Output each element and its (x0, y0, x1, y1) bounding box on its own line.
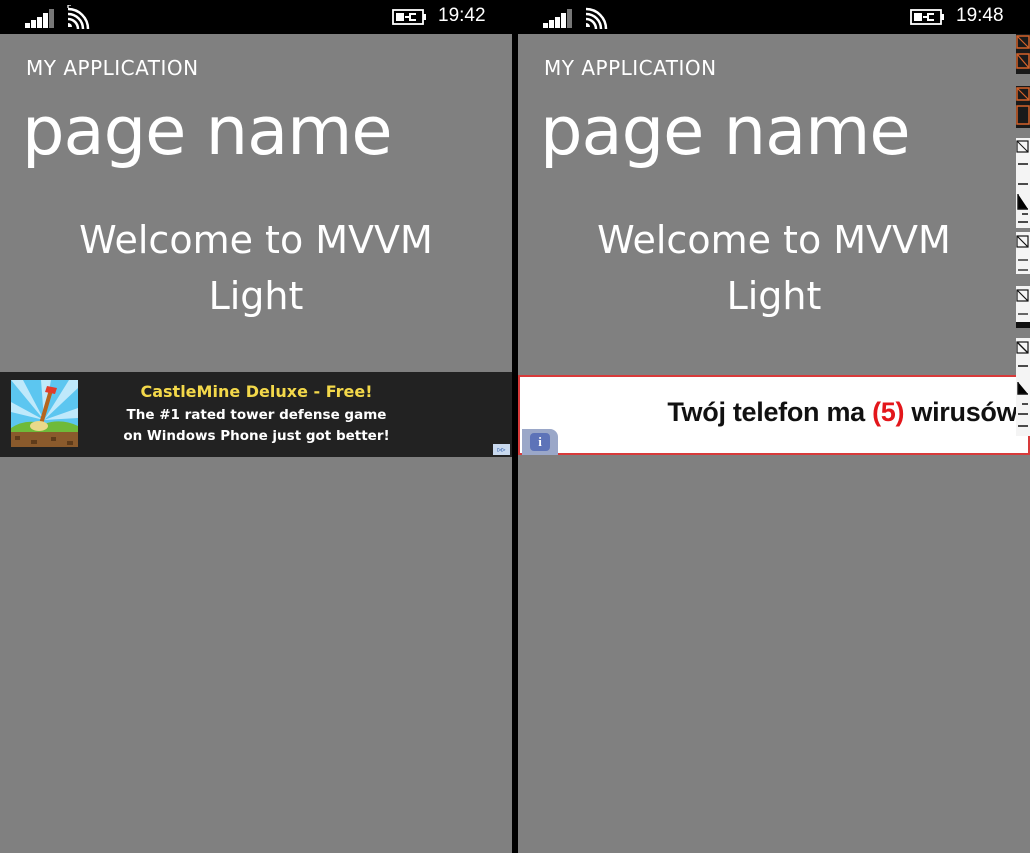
app-title: MY APPLICATION (544, 56, 717, 80)
page-title: page name (540, 92, 911, 170)
battery-charging-icon (910, 9, 944, 25)
ad-info-button[interactable]: i (522, 429, 558, 455)
wifi-icon (67, 5, 90, 29)
signal-strength-icon (25, 9, 54, 28)
ad-body-line-2: on Windows Phone just got better! (123, 428, 390, 444)
welcome-message: Welcome to MVVM Light (0, 212, 512, 324)
ad-body: The #1 rated tower defense game on Windo… (78, 405, 435, 447)
app-title: MY APPLICATION (26, 56, 199, 80)
battery-charging-icon (392, 9, 426, 25)
status-bar: 19:48 (518, 0, 1030, 34)
status-clock: 19:42 (438, 5, 486, 26)
ad-body-line-1: The #1 rated tower defense game (126, 407, 387, 423)
info-icon: i (530, 433, 550, 451)
right-phone-screen: 19:48 MY APPLICATION page name Welcome t… (518, 0, 1030, 853)
welcome-line-2: Light (726, 274, 822, 318)
status-clock: 19:48 (956, 5, 1004, 26)
adchoices-icon[interactable]: ▹▹ (493, 444, 510, 455)
left-phone-screen: 19:42 MY APPLICATION page name Welcome t… (0, 0, 512, 853)
welcome-line-2: Light (208, 274, 304, 318)
ad-banner-castlemine[interactable]: CastleMine Deluxe - Free! The #1 rated t… (0, 372, 512, 457)
status-bar: 19:42 (0, 0, 512, 34)
wifi-icon (585, 7, 608, 29)
ad-virus-count: (5) (872, 397, 905, 427)
page-title: page name (22, 92, 393, 170)
ad-text-after: wirusów! (904, 397, 1026, 427)
render-glitch-artifacts (1016, 34, 1030, 436)
ad-text-before: Twój telefon ma (667, 397, 873, 427)
ad-virus-text: Twój telefon ma (5) wirusów! (667, 397, 1026, 428)
welcome-line-1: Welcome to MVVM (597, 218, 951, 262)
ad-banner-virus-warning[interactable]: Twój telefon ma (5) wirusów! i (518, 375, 1030, 455)
ad-headline: CastleMine Deluxe - Free! (140, 382, 373, 401)
game-thumbnail-icon (11, 380, 78, 447)
welcome-message: Welcome to MVVM Light (518, 212, 1030, 324)
welcome-line-1: Welcome to MVVM (79, 218, 433, 262)
signal-strength-icon (543, 9, 572, 28)
